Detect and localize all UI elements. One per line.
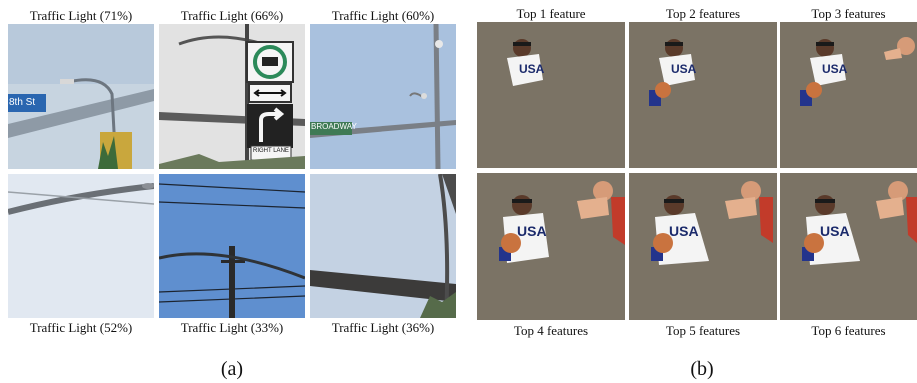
- tile-label: Top 3 features: [811, 6, 886, 21]
- opponent-player-icon: [884, 37, 915, 60]
- jersey-text: USA: [519, 62, 545, 76]
- jersey-text: USA: [517, 223, 547, 239]
- traffic-light-image-3: BROADWAY: [310, 24, 456, 169]
- jersey-text: USA: [669, 223, 699, 239]
- tile-label: Traffic Light (71%): [29, 8, 133, 23]
- masked-feature-image-6: USA: [780, 173, 917, 320]
- tile-label: Top 6 features: [811, 323, 886, 338]
- tile-label: Traffic Light (52%): [29, 320, 133, 335]
- road-sign-text: RIGHT LANE: [253, 148, 289, 154]
- jersey-text: USA: [820, 223, 850, 239]
- masked-feature-image-3: USA: [780, 22, 917, 168]
- tile-label: Traffic Light (36%): [331, 320, 435, 335]
- tile-label: Traffic Light (60%): [331, 8, 435, 23]
- tile-label: Traffic Light (66%): [180, 8, 284, 23]
- tile-label: Top 1 feature: [516, 6, 586, 21]
- masked-feature-image-5: USA: [629, 173, 777, 320]
- panel-caption: (a): [220, 358, 244, 380]
- tile-label: Top 5 features: [665, 323, 741, 338]
- traffic-light-image-4: [8, 174, 154, 318]
- jersey-text: USA: [671, 62, 697, 76]
- traffic-light-image-6: [310, 174, 456, 318]
- player-head-icon: [513, 39, 531, 57]
- traffic-light-image-5: [159, 174, 305, 318]
- tile-label: Top 2 features: [665, 6, 741, 21]
- traffic-light-image-1: 8th St: [8, 24, 154, 169]
- street-sign-text: 8th St: [9, 97, 36, 108]
- jersey-text: USA: [822, 62, 848, 76]
- tile-label: Top 4 features: [513, 323, 589, 338]
- masked-feature-image-1: USA: [477, 22, 625, 168]
- masked-feature-image-2: USA: [629, 22, 777, 168]
- masked-feature-image-4: USA: [477, 173, 625, 320]
- panel-caption: (b): [690, 358, 714, 380]
- tile-label: Traffic Light (33%): [180, 320, 284, 335]
- street-sign-text: BROADWAY: [311, 122, 357, 131]
- traffic-light-image-2: RIGHT LANE: [159, 24, 305, 169]
